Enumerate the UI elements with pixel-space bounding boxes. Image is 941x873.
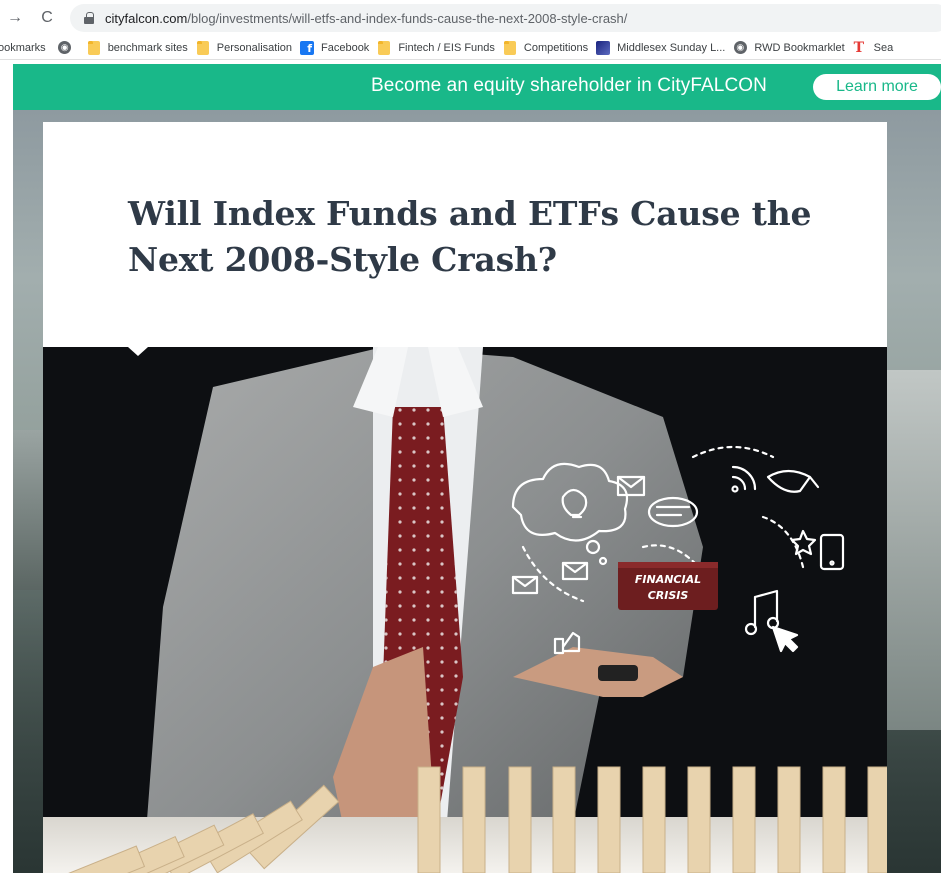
domino bbox=[462, 766, 486, 873]
url-domain: cityfalcon.com bbox=[105, 10, 188, 26]
bookmark-label: ookmarks bbox=[0, 41, 46, 54]
bookmark-facebook[interactable]: f Facebook bbox=[300, 38, 377, 58]
bookmark-personalisation[interactable]: Personalisation bbox=[196, 38, 300, 58]
domino bbox=[597, 766, 621, 873]
bookmark-sea[interactable]: T Sea bbox=[853, 38, 902, 58]
left-shore bbox=[13, 430, 43, 590]
rss-dot bbox=[731, 485, 739, 493]
folder-icon bbox=[87, 40, 101, 55]
wristwatch bbox=[598, 665, 638, 681]
bookmark-fintech-eis-funds[interactable]: Fintech / EIS Funds bbox=[377, 38, 503, 58]
right-building bbox=[885, 370, 941, 730]
domino bbox=[642, 766, 666, 873]
folder-icon bbox=[503, 40, 517, 55]
article-title: Will Index Funds and ETFs Cause the Next… bbox=[128, 194, 812, 279]
forward-button[interactable]: → bbox=[2, 5, 28, 31]
crisis-label-line2: CRISIS bbox=[648, 589, 689, 602]
globe-icon: ◉ bbox=[733, 41, 747, 55]
bookmark-benchmark-sites[interactable]: benchmark sites bbox=[87, 38, 196, 58]
address-bar: → C cityfalcon.com/blog/investments/will… bbox=[0, 0, 941, 36]
globe-icon: ◉ bbox=[58, 41, 72, 55]
domino bbox=[777, 766, 801, 873]
cursor-icon bbox=[771, 625, 799, 653]
bookmark-label: Competitions bbox=[523, 41, 589, 54]
domino bbox=[552, 766, 576, 873]
music-note-icon bbox=[753, 589, 779, 629]
bookmark-globe[interactable]: ◉ bbox=[58, 38, 87, 58]
promo-text: Become an equity shareholder in CityFALC… bbox=[371, 75, 768, 96]
music-note-head bbox=[744, 622, 758, 636]
lock-icon bbox=[84, 12, 94, 24]
url-text: cityfalcon.com/blog/investments/will-etf… bbox=[105, 11, 627, 26]
middlesex-icon bbox=[596, 40, 611, 55]
featured-image-illustration: FINANCIAL CRISIS bbox=[43, 347, 887, 873]
bookmark-rwd-bookmarklet[interactable]: ◉ RWD Bookmarklet bbox=[733, 38, 852, 58]
financial-crisis-block: FINANCIAL CRISIS bbox=[618, 562, 718, 610]
bookmark-label: Fintech / EIS Funds bbox=[398, 41, 495, 54]
bookmark-competitions[interactable]: Competitions bbox=[503, 38, 596, 58]
domino bbox=[417, 766, 441, 873]
bookmark-label: RWD Bookmarklet bbox=[754, 41, 845, 54]
article-card: Will Index Funds and ETFs Cause the Next… bbox=[43, 122, 887, 873]
star-icon bbox=[790, 529, 817, 556]
article-featured-image: FINANCIAL CRISIS bbox=[43, 347, 887, 873]
domino bbox=[508, 766, 532, 873]
bookmark-label: benchmark sites bbox=[107, 41, 188, 54]
rocket-icon bbox=[766, 469, 820, 493]
folder-icon bbox=[196, 40, 210, 55]
bookmark-label: Sea bbox=[873, 41, 894, 54]
bookmarks-bar: ookmarks ◉ benchmark sites Personalisati… bbox=[0, 36, 941, 60]
t-icon: T bbox=[853, 39, 865, 56]
domino bbox=[867, 766, 887, 873]
domino bbox=[822, 766, 846, 873]
bookmark-label: Facebook bbox=[321, 41, 370, 54]
bookmark-label: Personalisation bbox=[216, 41, 292, 54]
bookmark-label: Middlesex Sunday L... bbox=[617, 41, 726, 54]
bookmark-all-bookmarks[interactable]: ookmarks bbox=[0, 38, 58, 58]
promo-banner: Become an equity shareholder in CityFALC… bbox=[13, 64, 941, 110]
domino bbox=[687, 766, 711, 873]
phone-button bbox=[829, 560, 835, 566]
learn-more-button[interactable]: Learn more bbox=[813, 74, 941, 100]
arrow-right-icon: → bbox=[7, 9, 23, 26]
folder-icon bbox=[377, 40, 391, 55]
url-field[interactable]: cityfalcon.com/blog/investments/will-etf… bbox=[70, 4, 941, 32]
crisis-label-line1: FINANCIAL bbox=[635, 573, 701, 586]
image-notch bbox=[128, 347, 148, 356]
facebook-icon: f bbox=[300, 40, 314, 55]
reload-icon: C bbox=[41, 9, 53, 26]
reload-button[interactable]: C bbox=[34, 5, 60, 31]
bookmark-middlesex-sunday[interactable]: Middlesex Sunday L... bbox=[596, 38, 733, 58]
domino bbox=[732, 766, 756, 873]
url-path: /blog/investments/will-etfs-and-index-fu… bbox=[187, 10, 628, 26]
